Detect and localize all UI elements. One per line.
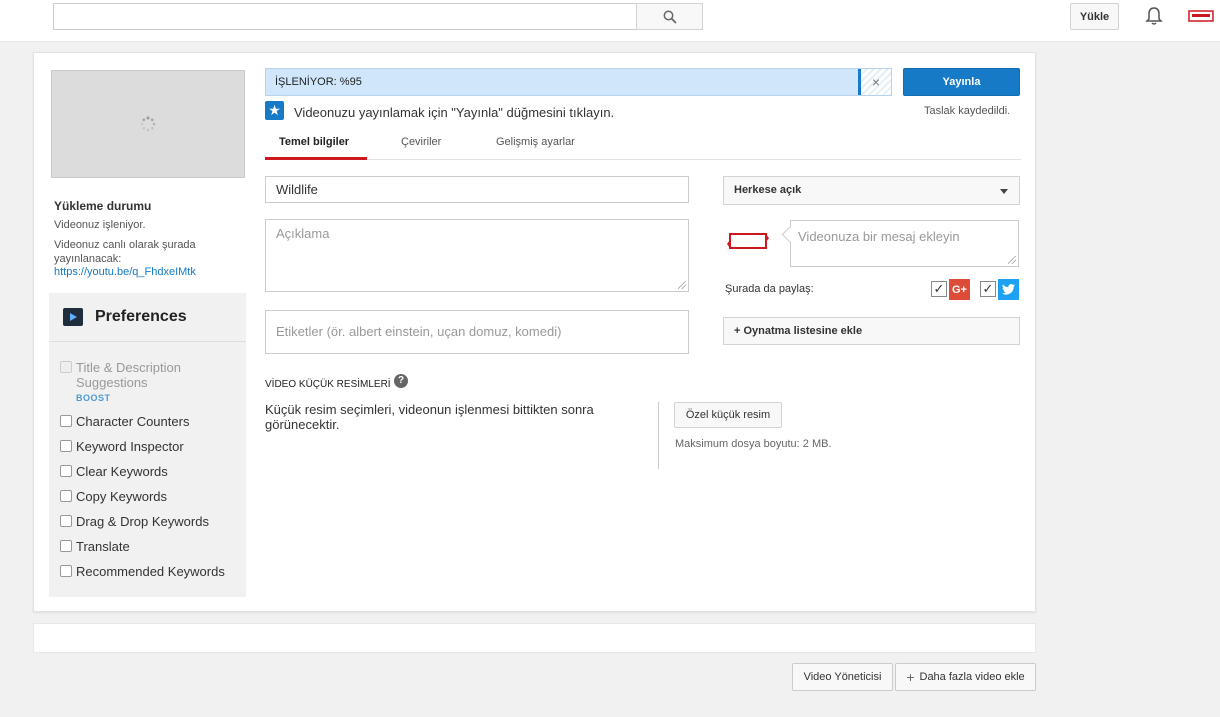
close-icon: × (871, 74, 881, 90)
pref-translate[interactable]: Translate (60, 539, 130, 554)
max-file-size: Maksimum dosya boyutu: 2 MB. (675, 438, 832, 450)
preferences-panel: Preferences Title & Description Suggesti… (49, 293, 246, 597)
video-thumbnail (51, 70, 245, 178)
pref-label: Translate (76, 539, 130, 554)
title-field[interactable]: Wildlife (265, 176, 689, 203)
share-message-field[interactable]: Videonuza bir mesaj ekleyin (790, 220, 1019, 267)
tags-field[interactable]: Etiketler (ör. albert einstein, uçan dom… (265, 310, 689, 354)
share-gplus-checkbox[interactable]: ✓ (931, 281, 947, 297)
add-more-label: Daha fazla video ekle (919, 671, 1025, 683)
extension-logo-icon (63, 308, 83, 326)
message-placeholder: Videonuza bir mesaj ekleyin (798, 229, 960, 244)
pref-label: Clear Keywords (76, 464, 168, 479)
tab-basic-info[interactable]: Temel bilgiler (279, 136, 349, 148)
checkbox[interactable] (60, 361, 72, 373)
tabs: Temel bilgiler Çeviriler Gelişmiş ayarla… (265, 128, 1021, 160)
secondary-panel (33, 623, 1036, 653)
search-button[interactable] (636, 3, 703, 30)
upload-card: Yükleme durumu Videonuz işleniyor. Video… (33, 52, 1036, 612)
star-icon: ★ (265, 101, 284, 120)
pref-character-counters[interactable]: Character Counters (60, 414, 189, 429)
pref-label: Drag & Drop Keywords (76, 514, 209, 529)
pref-recommended-keywords[interactable]: Recommended Keywords (60, 564, 225, 579)
custom-thumbnail-button[interactable]: Özel küçük resim (674, 402, 782, 428)
cancel-upload-button[interactable]: × (861, 69, 891, 95)
checkbox[interactable] (60, 440, 72, 452)
help-icon[interactable]: ? (394, 374, 408, 388)
add-to-playlist-button[interactable]: + Oynatma listesine ekle (723, 317, 1020, 345)
privacy-value: Herkese açık (734, 184, 802, 196)
checkbox[interactable] (60, 465, 72, 477)
pref-drag-drop-keywords[interactable]: Drag & Drop Keywords (60, 514, 209, 529)
thumbnails-note: Küçük resim seçimleri, videonun işlenmes… (265, 402, 594, 432)
preferences-header: Preferences (49, 293, 246, 342)
loading-spinner-icon (140, 116, 156, 132)
pref-label: Recommended Keywords (76, 564, 225, 579)
share-label: Şurada da paylaş: (725, 283, 814, 295)
plus-icon: + (906, 668, 915, 685)
search-input[interactable] (53, 3, 637, 30)
processing-progress-bar: İŞLENİYOR: %95 × (265, 68, 892, 96)
add-more-videos-button[interactable]: + Daha fazla video ekle (895, 663, 1036, 691)
pref-clear-keywords[interactable]: Clear Keywords (60, 464, 168, 479)
progress-label: İŞLENİYOR: %95 (275, 76, 362, 88)
pref-label: Title & Description Suggestions (76, 360, 181, 390)
description-field[interactable]: Açıklama (265, 219, 689, 292)
draft-saved-status: Taslak kaydedildi. (924, 105, 1011, 117)
pref-title-description-suggestions[interactable]: Title & Description Suggestions BOOST (60, 360, 206, 406)
preferences-title: Preferences (95, 308, 187, 325)
checkbox[interactable] (60, 540, 72, 552)
checkbox[interactable] (60, 565, 72, 577)
resize-handle[interactable] (1008, 256, 1016, 264)
video-link[interactable]: https://youtu.be/q_FhdxeIMtk (54, 266, 196, 278)
bell-icon[interactable] (1143, 5, 1165, 27)
publish-button[interactable]: Yayınla (903, 68, 1020, 96)
publish-info: Videonuzu yayınlamak için "Yayınla" düğm… (294, 105, 615, 120)
resize-handle[interactable] (678, 281, 686, 289)
checkbox[interactable] (60, 490, 72, 502)
thumbnails-title: VİDEO KÜÇÜK RESİMLERİ (265, 379, 391, 390)
pref-keyword-inspector[interactable]: Keyword Inspector (60, 439, 184, 454)
chevron-down-icon (1000, 189, 1008, 194)
privacy-select[interactable]: Herkese açık (723, 176, 1020, 205)
checkbox[interactable] (60, 515, 72, 527)
processing-status: Videonuz işleniyor. (54, 219, 146, 231)
pref-label: Character Counters (76, 414, 190, 429)
video-manager-button[interactable]: Video Yöneticisi (792, 663, 893, 691)
twitter-icon (998, 279, 1019, 300)
divider (658, 402, 659, 469)
share-twitter-checkbox[interactable]: ✓ (980, 281, 996, 297)
active-tab-indicator (265, 157, 367, 160)
tab-translations[interactable]: Çeviriler (401, 136, 441, 148)
tab-advanced-settings[interactable]: Gelişmiş ayarlar (496, 136, 575, 148)
description-placeholder: Açıklama (276, 226, 330, 241)
checkbox[interactable] (60, 415, 72, 427)
search-icon (663, 10, 677, 24)
pref-copy-keywords[interactable]: Copy Keywords (60, 489, 167, 504)
live-status: Videonuz canlı olarak şurada yayınlanaca… (54, 239, 196, 265)
boost-badge: BOOST (76, 393, 111, 403)
pref-label: Keyword Inspector (76, 439, 184, 454)
pref-label: Copy Keywords (76, 489, 168, 504)
upload-status-title: Yükleme durumu (54, 199, 152, 213)
top-bar: Yükle (0, 0, 1220, 42)
tags-placeholder: Etiketler (ör. albert einstein, uçan dom… (276, 324, 562, 339)
google-plus-icon: G+ (949, 279, 970, 300)
channel-logo-icon[interactable] (1188, 9, 1214, 23)
channel-avatar (727, 233, 769, 249)
upload-button[interactable]: Yükle (1070, 3, 1119, 30)
